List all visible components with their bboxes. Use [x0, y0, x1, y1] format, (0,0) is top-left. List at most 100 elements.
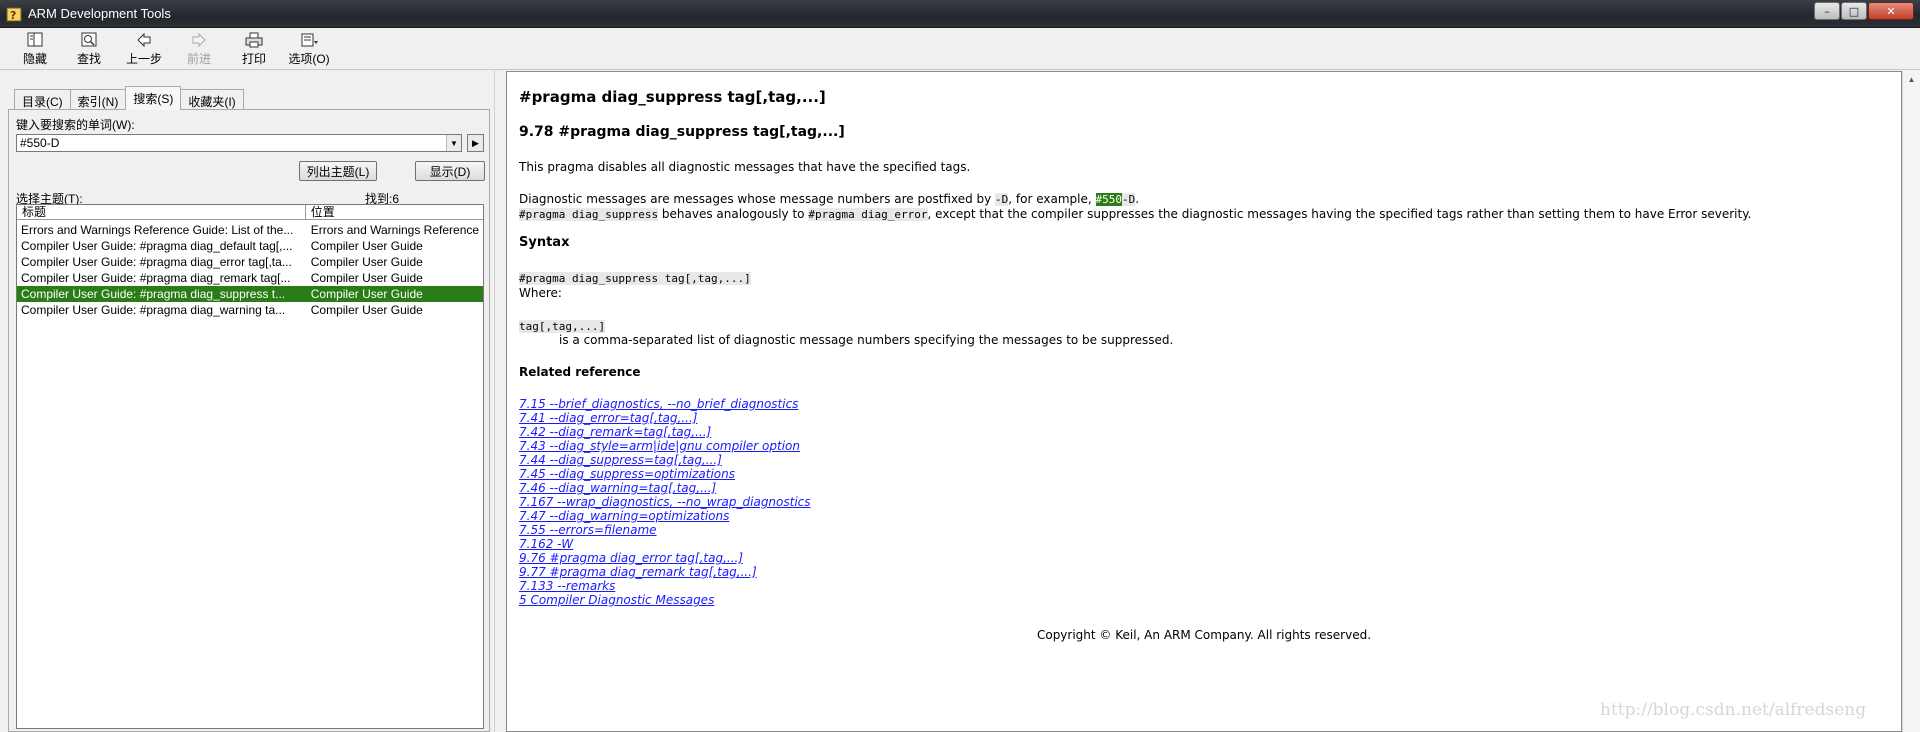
back-button[interactable]: 上一步 [118, 31, 170, 69]
tab-search[interactable]: 搜索(S) [125, 86, 182, 110]
options-label: 选项(O) [288, 52, 330, 66]
result-row[interactable]: Compiler User Guide: #pragma diag_defaul… [17, 238, 483, 254]
printer-icon [245, 32, 263, 48]
results-list[interactable]: 标题 位置 Errors and Warnings Reference Guid… [16, 204, 484, 729]
forward-arrow-icon [192, 32, 206, 48]
result-row[interactable]: Compiler User Guide: #pragma diag_warnin… [17, 302, 483, 318]
result-title: Compiler User Guide: #pragma diag_error … [21, 255, 292, 269]
close-button[interactable]: ✕ [1868, 2, 1914, 20]
tab-contents[interactable]: 目录(C) [14, 89, 71, 110]
hide-button[interactable]: 隐藏 [9, 31, 61, 69]
find-button[interactable]: 查找 [63, 31, 115, 69]
search-dropdown-arrow-icon[interactable]: ▼ [446, 135, 461, 151]
page-title: #pragma diag_suppress tag[,tag,...] [519, 88, 826, 106]
help-app-icon: ? [6, 7, 22, 22]
section-heading: 9.78 #pragma diag_suppress tag[,tag,...] [519, 124, 845, 140]
related-heading: Related reference [519, 365, 641, 379]
related-link[interactable]: 7.44 --diag_suppress=tag[,tag,...] [519, 453, 811, 467]
related-link[interactable]: 7.15 --brief_diagnostics, --no_brief_dia… [519, 397, 811, 411]
code-snippet: -D [1122, 193, 1136, 206]
related-link[interactable]: 7.47 --diag_warning=optimizations [519, 509, 811, 523]
result-title: Compiler User Guide: #pragma diag_suppre… [21, 287, 286, 301]
param-code: tag[,tag,...] [519, 319, 606, 333]
result-row-selected[interactable]: Compiler User Guide: #pragma diag_suppre… [17, 286, 483, 302]
related-link[interactable]: 7.45 --diag_suppress=optimizations [519, 467, 811, 481]
related-link[interactable]: 7.55 --errors=filename [519, 523, 811, 537]
result-row[interactable]: Errors and Warnings Reference Guide: Lis… [17, 222, 483, 238]
list-topics-button[interactable]: 列出主题(L) [299, 161, 377, 181]
text: . [1135, 192, 1140, 206]
related-link[interactable]: 7.167 --wrap_diagnostics, --no_wrap_diag… [519, 495, 811, 509]
tab-index[interactable]: 索引(N) [69, 89, 127, 110]
column-header-location[interactable]: 位置 [306, 205, 483, 219]
text: Diagnostic messages are messages whose m… [519, 192, 996, 206]
code-block: #pragma diag_suppress tag[,tag,...] [519, 272, 751, 285]
options-button[interactable]: 选项(O) [283, 31, 335, 69]
related-link[interactable]: 9.76 #pragma diag_error tag[,tag,...] [519, 551, 811, 565]
maximize-button[interactable]: □ [1841, 2, 1867, 20]
related-link[interactable]: 7.162 -W [519, 537, 811, 551]
related-link[interactable]: 5 Compiler Diagnostic Messages [519, 593, 811, 607]
search-panel: 键入要搜索的单词(W): #550-D ▼ ▶ 列出主题(L) 显示(D) 选择… [8, 109, 490, 732]
title-bar: ? ARM Development Tools – □ ✕ [0, 0, 1920, 28]
result-title: Compiler User Guide: #pragma diag_defaul… [21, 239, 293, 253]
search-label: 键入要搜索的单词(W): [16, 118, 135, 132]
print-button[interactable]: 打印 [228, 31, 280, 69]
text: , except that the compiler suppresses th… [927, 207, 1752, 221]
nav-tabs: 目录(C) 索引(N) 搜索(S) 收藏夹(I) [14, 86, 244, 110]
forward-label: 前进 [186, 52, 211, 66]
toolbar: 隐藏 查找 上一步 前进 打印 选项(O) [0, 28, 1920, 70]
result-title: Compiler User Guide: #pragma diag_warnin… [21, 303, 286, 317]
search-highlight: #550 [1095, 193, 1123, 206]
result-location: Compiler User Guide [310, 239, 423, 253]
options-icon [301, 33, 318, 47]
related-links: 7.15 --brief_diagnostics, --no_brief_dia… [519, 397, 811, 607]
minimize-button[interactable]: – [1814, 2, 1840, 20]
copyright-notice: Copyright © Keil, An ARM Company. All ri… [1036, 628, 1372, 642]
result-location: Compiler User Guide [310, 255, 423, 269]
search-menu-arrow-icon[interactable]: ▶ [467, 134, 484, 152]
watermark: http://blog.csdn.net/alfredseng [1600, 700, 1867, 720]
topic-content: #pragma diag_suppress tag[,tag,...] 9.78… [506, 71, 1902, 732]
window-title: ARM Development Tools [28, 6, 171, 21]
tab-favorites[interactable]: 收藏夹(I) [180, 89, 244, 110]
back-arrow-icon [137, 32, 151, 48]
back-label: 上一步 [125, 52, 162, 66]
result-row[interactable]: Compiler User Guide: #pragma diag_remark… [17, 270, 483, 286]
related-link[interactable]: 9.77 #pragma diag_remark tag[,tag,...] [519, 565, 811, 579]
hide-icon [27, 32, 43, 47]
print-label: 打印 [241, 52, 266, 66]
related-link[interactable]: 7.46 --diag_warning=tag[,tag,...] [519, 481, 811, 495]
param-description: is a comma-separated list of diagnostic … [559, 333, 1174, 347]
result-row[interactable]: Compiler User Guide: #pragma diag_error … [17, 254, 483, 270]
postfix-paragraph: Diagnostic messages are messages whose m… [519, 192, 1139, 206]
result-location: Compiler User Guide [310, 271, 423, 285]
syntax-heading: Syntax [519, 235, 570, 250]
related-link[interactable]: 7.133 --remarks [519, 579, 811, 593]
search-input[interactable]: #550-D [16, 134, 462, 152]
forward-button[interactable]: 前进 [173, 31, 225, 69]
code-snippet: tag[,tag,...] [519, 320, 606, 333]
result-title: Compiler User Guide: #pragma diag_remark… [21, 271, 291, 285]
analogous-paragraph: #pragma diag_suppress behaves analogousl… [519, 207, 1751, 221]
code-snippet: #pragma diag_error [808, 208, 928, 221]
intro-paragraph: This pragma disables all diagnostic mess… [519, 160, 971, 174]
scroll-up-arrow-icon[interactable]: ▲ [1903, 71, 1920, 88]
display-button[interactable]: 显示(D) [415, 161, 485, 181]
code-snippet: #pragma diag_suppress [519, 208, 659, 221]
result-location: Compiler User Guide [310, 303, 423, 317]
related-link[interactable]: 7.43 --diag_style=arm|ide|gnu compiler o… [519, 439, 811, 453]
svg-text:?: ? [10, 9, 16, 22]
find-label: 查找 [76, 52, 101, 66]
code-snippet: -D [995, 193, 1009, 206]
related-link[interactable]: 7.41 --diag_error=tag[,tag,...] [519, 411, 811, 425]
navigation-pane: 目录(C) 索引(N) 搜索(S) 收藏夹(I) 键入要搜索的单词(W): #5… [0, 70, 494, 732]
find-icon [81, 32, 97, 47]
related-link[interactable]: 7.42 --diag_remark=tag[,tag,...] [519, 425, 811, 439]
text: , for example, [1008, 192, 1096, 206]
result-title: Errors and Warnings Reference Guide: Lis… [21, 223, 294, 237]
pane-splitter[interactable] [494, 70, 504, 732]
column-header-title[interactable]: 标题 [17, 205, 306, 219]
vertical-scrollbar[interactable]: ▲ [1902, 71, 1920, 732]
text: behaves analogously to [658, 207, 809, 221]
